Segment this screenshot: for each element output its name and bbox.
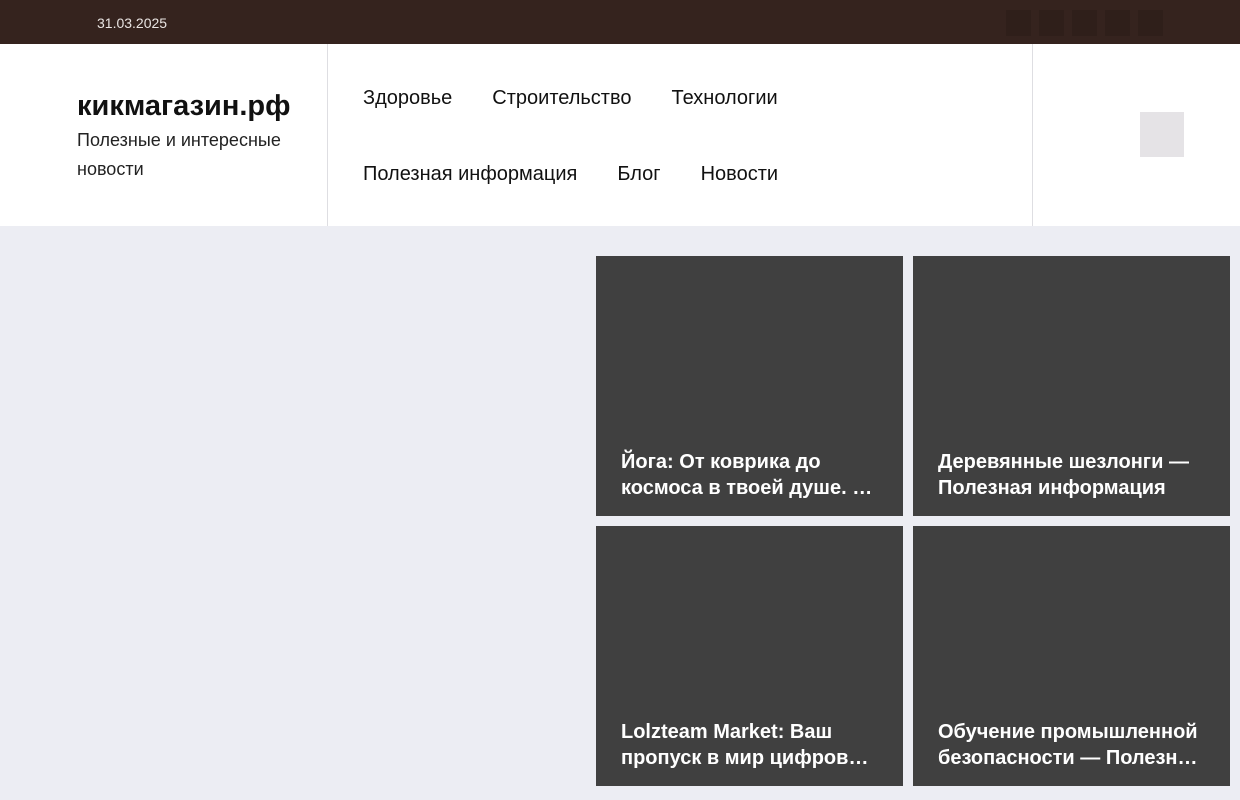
featured-card[interactable]: Обучение промышленной безопасности — Пол… — [913, 526, 1230, 786]
header-divider-right — [1032, 44, 1033, 226]
nav-row-2: Полезная информация Блог Новости — [363, 162, 818, 186]
social-links — [1006, 10, 1163, 36]
nav-item-technology[interactable]: Технологии — [672, 86, 778, 110]
site-header: кикмагазин.рф Полезные и интересные ново… — [0, 44, 1240, 226]
nav-item-construction[interactable]: Строительство — [492, 86, 631, 110]
social-icon-2[interactable] — [1039, 10, 1064, 36]
nav-row-1: Здоровье Строительство Технологии — [363, 86, 818, 110]
featured-card-title: Деревянные шезлонги — Полезная информаци… — [938, 451, 1189, 499]
featured-card-title: Lolzteam Market: Ваш пропуск в мир цифро… — [621, 721, 877, 769]
social-icon-5[interactable] — [1138, 10, 1163, 36]
site-description: Полезные и интересные новости — [77, 130, 281, 179]
featured-card-title: Йога: От коврика до космоса в твоей душе… — [621, 451, 873, 499]
top-bar: 31.03.2025 — [0, 0, 1240, 44]
site-title[interactable]: кикмагазин.рф — [77, 88, 317, 124]
featured-posts-grid: Йога: От коврика до космоса в твоей душе… — [596, 256, 1230, 786]
nav-item-blog[interactable]: Блог — [617, 162, 660, 186]
social-icon-4[interactable] — [1105, 10, 1130, 36]
nav-item-health[interactable]: Здоровье — [363, 86, 452, 110]
search-button[interactable] — [1140, 112, 1184, 157]
featured-card[interactable]: Деревянные шезлонги — Полезная информаци… — [913, 256, 1230, 516]
nav-item-useful-info[interactable]: Полезная информация — [363, 162, 577, 186]
branding: кикмагазин.рф Полезные и интересные ново… — [77, 88, 317, 184]
social-icon-3[interactable] — [1072, 10, 1097, 36]
nav-item-news[interactable]: Новости — [701, 162, 778, 186]
featured-card-title: Обучение промышленной безопасности — Пол… — [938, 721, 1201, 769]
featured-card[interactable]: Lolzteam Market: Ваш пропуск в мир цифро… — [596, 526, 903, 786]
featured-card[interactable]: Йога: От коврика до космоса в твоей душе… — [596, 256, 903, 516]
social-icon-1[interactable] — [1006, 10, 1031, 36]
header-divider-left — [327, 44, 328, 226]
current-date: 31.03.2025 — [97, 15, 168, 31]
